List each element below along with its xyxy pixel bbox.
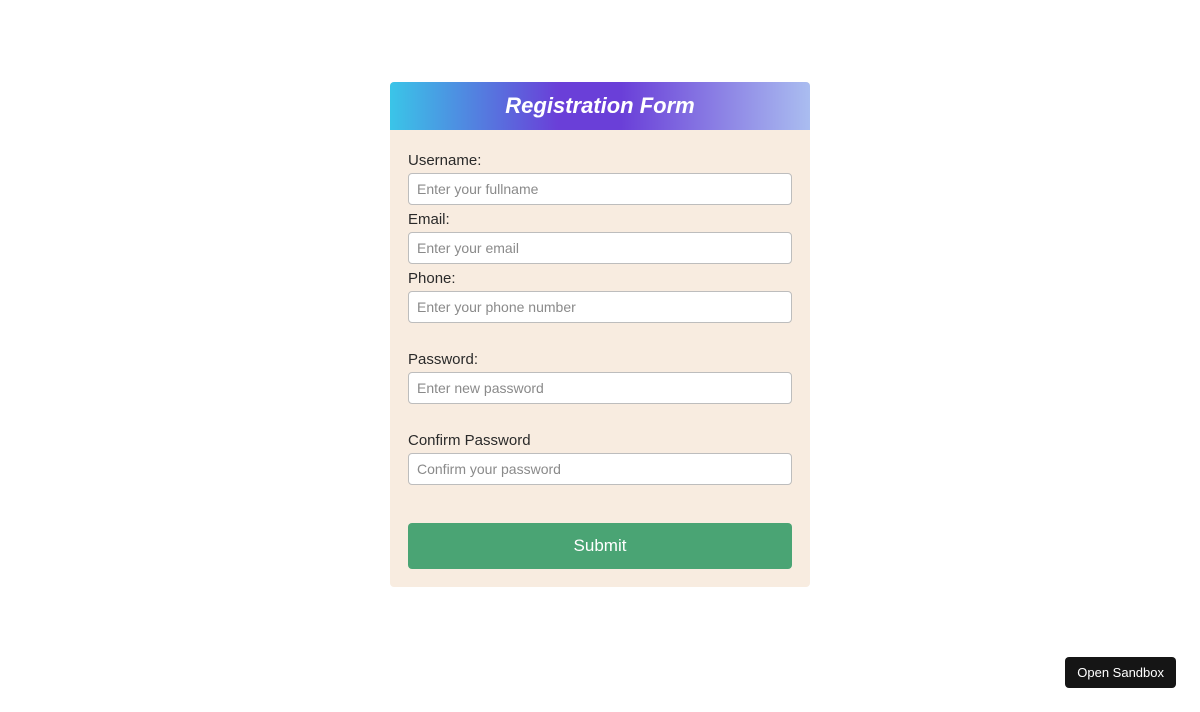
username-label: Username: <box>408 152 792 169</box>
phone-label: Phone: <box>408 270 792 287</box>
email-field-group: Email: <box>408 211 792 264</box>
password-label: Password: <box>408 351 792 368</box>
open-sandbox-button[interactable]: Open Sandbox <box>1065 657 1176 688</box>
email-input[interactable] <box>408 232 792 264</box>
username-input[interactable] <box>408 173 792 205</box>
password-input[interactable] <box>408 372 792 404</box>
password-field-group: Password: <box>408 351 792 404</box>
form-title: Registration Form <box>390 93 810 119</box>
confirm-password-label: Confirm Password <box>408 432 792 449</box>
confirm-password-field-group: Confirm Password <box>408 432 792 485</box>
confirm-password-input[interactable] <box>408 453 792 485</box>
username-field-group: Username: <box>408 152 792 205</box>
phone-field-group: Phone: <box>408 270 792 323</box>
registration-form-card: Registration Form Username: Email: Phone… <box>390 82 810 587</box>
phone-input[interactable] <box>408 291 792 323</box>
form-body: Username: Email: Phone: Password: Confir… <box>390 130 810 587</box>
submit-button[interactable]: Submit <box>408 523 792 569</box>
email-label: Email: <box>408 211 792 228</box>
form-header: Registration Form <box>390 82 810 130</box>
